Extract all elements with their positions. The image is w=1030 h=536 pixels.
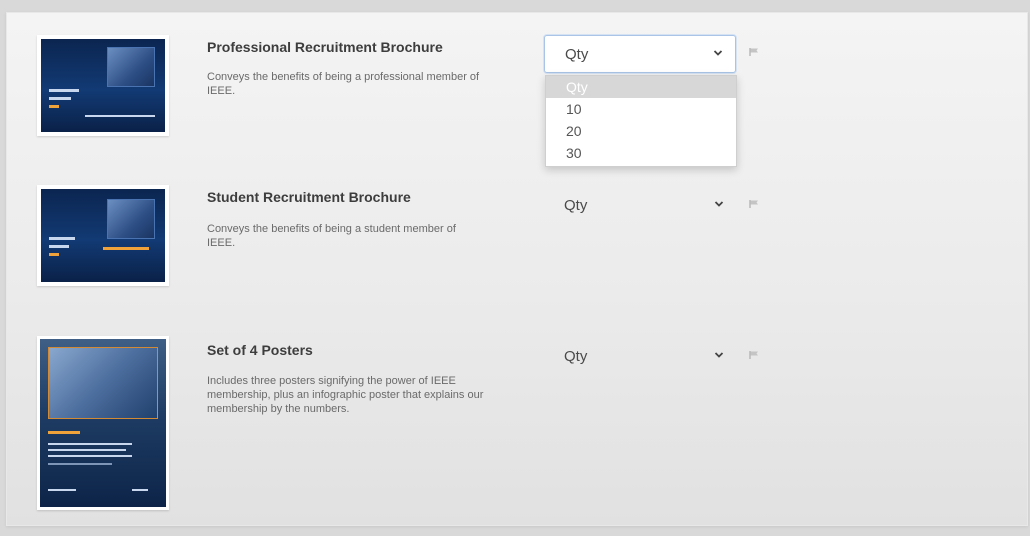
qty-select[interactable]: Qty: [544, 187, 736, 225]
flag-icon[interactable]: [749, 199, 759, 209]
product-description: Conveys the benefits of being a student …: [207, 223, 456, 249]
cover-text-line: [49, 89, 79, 92]
qty-select[interactable]: Qty: [544, 338, 736, 376]
qty-option[interactable]: 10: [546, 98, 736, 120]
qty-select-value: Qty: [564, 197, 588, 214]
poster-footer-line: [48, 489, 76, 491]
qty-dropdown-list: Qty 10 20 30: [545, 75, 737, 167]
product-title: Professional Recruitment Brochure: [207, 39, 443, 55]
chevron-down-icon: [713, 50, 723, 56]
poster-text-line: [48, 463, 112, 465]
product-thumbnail-student-brochure: [37, 185, 169, 286]
poster-cover-image: [40, 339, 166, 507]
qty-option-selected[interactable]: Qty: [546, 76, 736, 98]
product-thumbnail-professional-brochure: [37, 35, 169, 136]
qty-option[interactable]: 20: [546, 120, 736, 142]
product-description: Includes three posters signifying the po…: [207, 375, 484, 415]
qty-select-value: Qty: [564, 348, 588, 365]
poster-text-line: [48, 455, 132, 457]
cover-text-line: [49, 245, 69, 248]
cover-text-line: [49, 97, 71, 100]
qty-select[interactable]: Qty: [544, 35, 736, 73]
cover-accent-line: [103, 247, 149, 250]
qty-option[interactable]: 30: [546, 142, 736, 164]
poster-photo: [48, 347, 158, 419]
cover-footer-line: [85, 115, 155, 117]
cover-photo: [107, 47, 155, 87]
cover-accent-bar: [49, 253, 59, 256]
brochure-cover-image: [41, 189, 165, 282]
product-thumbnail-posters: [37, 336, 169, 510]
flag-icon[interactable]: [749, 350, 759, 360]
poster-footer-line: [132, 489, 148, 491]
poster-text-line: [48, 449, 126, 451]
poster-text-line: [48, 443, 132, 445]
qty-select-value: Qty: [565, 46, 589, 63]
product-title: Student Recruitment Brochure: [207, 189, 411, 205]
product-list-panel: Professional Recruitment Brochure Convey…: [6, 12, 1028, 526]
cover-text-line: [49, 237, 75, 240]
product-title: Set of 4 Posters: [207, 342, 313, 358]
product-description: Conveys the benefits of being a professi…: [207, 71, 480, 97]
brochure-cover-image: [41, 39, 165, 132]
cover-accent-bar: [49, 105, 59, 108]
poster-accent-bar: [48, 431, 80, 434]
flag-icon[interactable]: [749, 47, 759, 57]
chevron-down-icon: [714, 201, 724, 207]
chevron-down-icon: [714, 352, 724, 358]
cover-photo: [107, 199, 155, 239]
